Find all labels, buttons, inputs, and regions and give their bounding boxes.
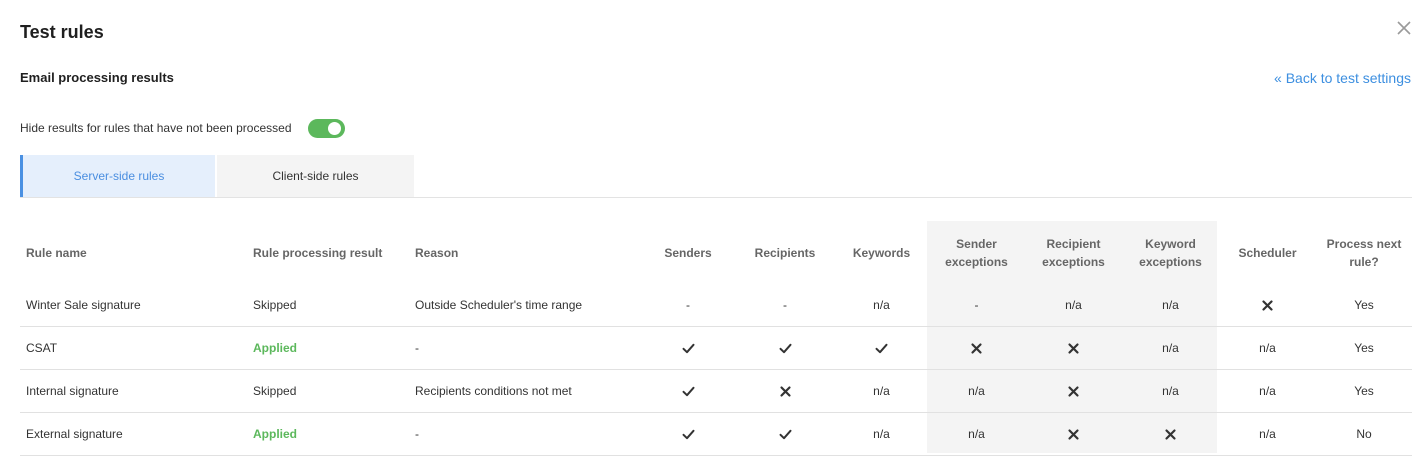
cell-senders (641, 412, 735, 456)
check-icon (682, 385, 695, 398)
table-row: Winter Sale signature Skipped Outside Sche… (20, 284, 1412, 327)
cell-reason: - (409, 326, 641, 370)
column-header: Recipient exceptions (1042, 236, 1105, 269)
cell-reason: - (409, 412, 641, 456)
cross-icon (1261, 299, 1274, 312)
cell-reason: Recipients conditions not met (409, 369, 641, 413)
results-table: Rule name Rule processing result Reason … (20, 221, 1412, 456)
cell-name: CSAT (20, 326, 247, 370)
cell-recipient-exceptions (1025, 326, 1122, 370)
cell-recipient-exceptions (1025, 412, 1122, 456)
cross-icon (1067, 385, 1080, 398)
cell-senders: - (641, 284, 735, 327)
cell-recipients (735, 369, 835, 413)
cell-sender-exceptions: - (928, 284, 1025, 327)
cell-process-next: Yes (1316, 369, 1412, 413)
cell-reason: Outside Scheduler's time range (409, 284, 641, 327)
cell-sender-exceptions (928, 326, 1025, 370)
cell-senders (641, 369, 735, 413)
column-header: Rule name (26, 245, 87, 260)
toggle-label: Hide results for rules that have not bee… (20, 121, 292, 135)
cell-name: External signature (20, 412, 247, 456)
close-icon[interactable] (1395, 19, 1413, 37)
rules-tabs: Server-side rules Client-side rules (20, 155, 1412, 198)
cell-process-next: Yes (1316, 326, 1412, 370)
cell-keywords: n/a (835, 412, 928, 456)
cross-icon (1164, 428, 1177, 441)
cell-keyword-exceptions: n/a (1122, 369, 1219, 413)
cell-scheduler: n/a (1219, 326, 1316, 370)
cell-scheduler: n/a (1219, 369, 1316, 413)
column-header: Keyword exceptions (1139, 236, 1202, 269)
cell-process-next: No (1316, 412, 1412, 456)
table-header-row: Rule name Rule processing result Reason … (20, 221, 1412, 284)
tab-server-side-rules[interactable]: Server-side rules (20, 155, 215, 197)
cell-name: Internal signature (20, 369, 247, 413)
column-header: Reason (415, 245, 459, 260)
check-icon (682, 428, 695, 441)
column-header: Process next rule? (1326, 236, 1402, 269)
cell-keywords: n/a (835, 369, 928, 413)
column-header: Senders (664, 245, 712, 260)
cell-keyword-exceptions: n/a (1122, 284, 1219, 327)
tab-client-side-rules[interactable]: Client-side rules (217, 155, 414, 197)
cell-keyword-exceptions: n/a (1122, 326, 1219, 370)
table-row: CSAT Applied - n/a n/a Yes (20, 326, 1412, 370)
table-row: Internal signature Skipped Recipients cond… (20, 369, 1412, 413)
cell-recipient-exceptions (1025, 369, 1122, 413)
hide-results-toggle-row: Hide results for rules that have not bee… (20, 118, 345, 138)
hide-results-toggle[interactable] (307, 118, 345, 138)
column-header: Recipients (754, 245, 816, 260)
cell-keywords (835, 326, 928, 370)
toggle-knob (327, 121, 341, 135)
cross-icon (779, 385, 792, 398)
cell-scheduler (1219, 284, 1316, 327)
section-title: Email processing results (20, 70, 174, 85)
cell-result: Applied (247, 412, 409, 456)
check-icon (875, 342, 888, 355)
cell-scheduler: n/a (1219, 412, 1316, 456)
cross-icon (1067, 428, 1080, 441)
cross-icon (970, 342, 983, 355)
back-to-test-settings-link[interactable]: « Back to test settings (1274, 70, 1411, 86)
check-icon (779, 428, 792, 441)
cross-icon (1067, 342, 1080, 355)
cell-sender-exceptions: n/a (928, 369, 1025, 413)
column-header: Rule processing result (253, 245, 383, 260)
column-header: Keywords (852, 245, 911, 260)
dialog-title: Test rules (20, 22, 104, 42)
cell-result: Applied (247, 326, 409, 370)
check-icon (682, 342, 695, 355)
cell-sender-exceptions: n/a (928, 412, 1025, 456)
check-icon (779, 342, 792, 355)
cell-result: Skipped (247, 369, 409, 413)
cell-result: Skipped (247, 284, 409, 327)
cell-name: Winter Sale signature (20, 284, 247, 327)
cell-process-next: Yes (1316, 284, 1412, 327)
cell-recipients (735, 412, 835, 456)
table-row: External signature Applied - n/a n/a n/a No (20, 412, 1412, 456)
cell-keyword-exceptions (1122, 412, 1219, 456)
column-header: Scheduler (1238, 245, 1297, 260)
column-header: Sender exceptions (945, 236, 1008, 269)
cell-recipient-exceptions: n/a (1025, 284, 1122, 327)
cell-senders (641, 326, 735, 370)
cell-recipients: - (735, 284, 835, 327)
cell-recipients (735, 326, 835, 370)
cell-keywords: n/a (835, 284, 928, 327)
